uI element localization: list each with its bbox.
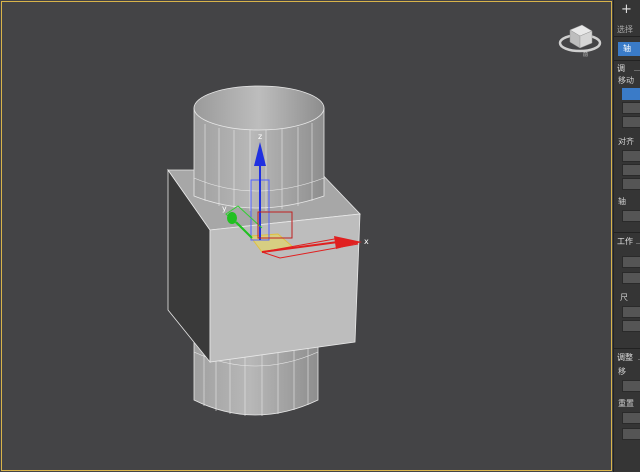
section1-row3: 轴 <box>618 197 626 206</box>
reset-scale-button[interactable] <box>622 428 640 440</box>
scene-canvas[interactable]: z x y 前 <box>0 0 613 472</box>
affect-hierarchy-button[interactable] <box>622 116 640 128</box>
section3-title[interactable]: 调整 <box>617 352 633 363</box>
command-panel: + 选择 轴 调 移动 对齐 轴 工作 尺 调整 移 重置 <box>613 0 640 472</box>
viewcube-label: 前 <box>583 51 588 58</box>
affect-object-button[interactable] <box>622 102 640 114</box>
align-to-object-button[interactable] <box>622 164 640 176</box>
affect-pivot-button[interactable] <box>622 88 640 100</box>
plus-icon[interactable]: + <box>621 2 632 17</box>
section2-title[interactable]: 工作 <box>617 236 633 247</box>
search-field[interactable]: 选择 <box>617 24 633 35</box>
use-working-pivot-button[interactable] <box>622 272 640 284</box>
tab-hierarchy-label: 轴 <box>623 44 631 53</box>
align-to-view-button[interactable] <box>622 306 640 318</box>
section1-row2: 对齐 <box>618 137 634 146</box>
reset-transform-button[interactable] <box>622 412 640 424</box>
reset-working-pivot-button[interactable] <box>622 320 640 332</box>
section1-row1: 移动 <box>618 76 634 85</box>
section3-row1: 移 <box>618 367 626 376</box>
transform-button[interactable] <box>622 380 640 392</box>
edit-working-pivot-button[interactable] <box>622 256 640 268</box>
viewcube-icon[interactable]: 前 <box>558 24 602 58</box>
section3-row2: 重置 <box>618 399 634 408</box>
center-to-object-button[interactable] <box>622 150 640 162</box>
z-axis-label: z <box>258 132 262 141</box>
reset-pivot-button[interactable] <box>622 210 640 222</box>
section1-title[interactable]: 调 <box>617 63 625 74</box>
x-axis-label: x <box>364 237 369 246</box>
y-axis-label: y <box>222 204 227 213</box>
align-to-world-button[interactable] <box>622 178 640 190</box>
viewport[interactable]: z x y 前 <box>0 0 613 472</box>
section2-row1: 尺 <box>620 293 628 302</box>
tab-hierarchy[interactable]: 轴 <box>618 42 640 56</box>
